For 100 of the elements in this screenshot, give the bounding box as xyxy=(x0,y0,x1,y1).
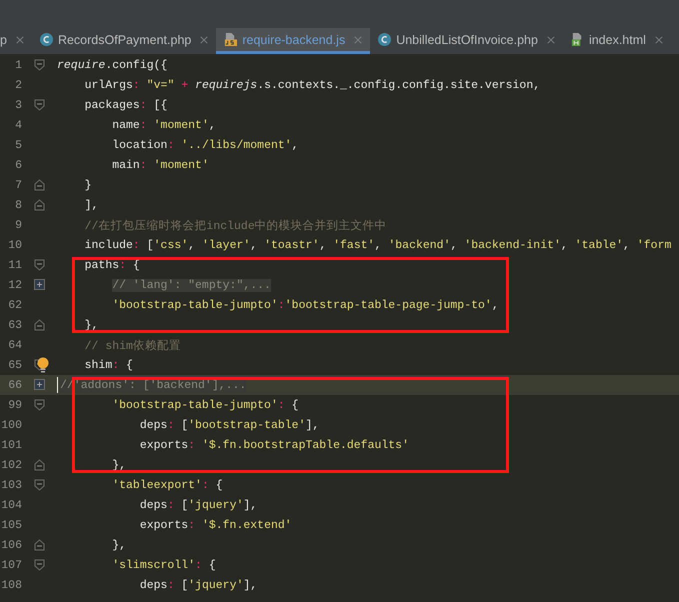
code-string: 'tableexport' xyxy=(112,478,202,492)
fold-marker-icon[interactable] xyxy=(34,559,45,571)
code-text: , xyxy=(319,238,326,252)
code-operator: : xyxy=(188,438,196,452)
code-string: 'moment' xyxy=(154,118,209,132)
code-text: urlArgs xyxy=(84,78,133,92)
file-tab[interactable]: index.html xyxy=(562,28,671,54)
line-number: 104 xyxy=(0,498,22,512)
code-text: shim xyxy=(84,358,112,372)
code-text: , xyxy=(492,298,499,312)
file-tab[interactable]: RecordsOfPayment.php xyxy=(32,28,216,54)
line-number: 101 xyxy=(0,438,22,452)
code-text: [ xyxy=(181,498,188,512)
line-number: 100 xyxy=(0,418,22,432)
line-number: 8 xyxy=(14,198,22,212)
line-number: 106 xyxy=(0,538,22,552)
code-string: '$.fn.extend' xyxy=(202,518,292,532)
code-string: 'backend' xyxy=(388,238,450,252)
line-number: 7 xyxy=(14,178,22,192)
fold-marker-icon[interactable] xyxy=(34,479,45,491)
code-function: requirejs xyxy=(195,78,258,92)
code-text: paths xyxy=(84,258,120,272)
code-text: [{ xyxy=(154,98,168,112)
code-text: packages xyxy=(84,98,140,112)
file-tab[interactable]: UnbilledListOfInvoice.php xyxy=(370,28,563,54)
code-string: "v=" xyxy=(146,78,174,92)
code-text: ], xyxy=(305,418,320,432)
code-text: , xyxy=(623,238,630,252)
fold-marker-icon[interactable] xyxy=(34,539,45,551)
code-function: require xyxy=(57,58,106,72)
code-text: }, xyxy=(112,458,126,472)
code-string: 'bootstrap-table' xyxy=(188,418,306,432)
line-number: 2 xyxy=(14,78,22,92)
close-icon[interactable] xyxy=(546,36,555,44)
code-text: , xyxy=(450,238,458,252)
line-number: 1 xyxy=(14,58,22,72)
code-string: 'toastr' xyxy=(264,238,320,252)
code-string: 'fast' xyxy=(333,238,375,252)
code-string: 'bootstrap-table-jumpto' xyxy=(112,298,278,312)
class-file-icon xyxy=(378,33,392,46)
code-operator: : xyxy=(140,158,147,172)
code-text: , xyxy=(292,138,299,152)
code-operator: : xyxy=(112,358,120,372)
code-text: name xyxy=(112,118,140,132)
code-text: } xyxy=(84,178,92,192)
line-number: 9 xyxy=(14,218,22,232)
code-operator: : xyxy=(167,138,174,152)
line-number: 65 xyxy=(7,358,22,372)
code-string: 'bootstrap-table-jumpto' xyxy=(112,398,278,412)
code-string: 'slimscroll' xyxy=(112,558,196,572)
line-number: 108 xyxy=(0,578,22,592)
code-text: .config({ xyxy=(105,58,168,72)
code-text: , xyxy=(374,238,382,252)
expand-marker-icon[interactable] xyxy=(34,379,45,390)
code-text: [ xyxy=(146,238,154,252)
close-icon[interactable] xyxy=(200,36,208,44)
code-string: '$.fn.bootstrapTable.defaults' xyxy=(202,438,409,452)
fold-marker-icon[interactable] xyxy=(34,99,45,111)
fold-marker-icon[interactable] xyxy=(34,259,45,271)
code-string: 'bootstrap-table-page-jump-to' xyxy=(284,298,492,312)
code-operator: : xyxy=(140,98,147,112)
line-number: 4 xyxy=(14,118,22,132)
javascript-file-icon xyxy=(224,33,238,46)
code-text: main xyxy=(112,158,140,172)
code-string: 'table' xyxy=(574,238,624,252)
code-operator: : xyxy=(167,418,174,432)
fold-marker-icon[interactable] xyxy=(34,199,45,211)
code-operator: : xyxy=(132,78,140,92)
code-text: ], xyxy=(84,198,98,212)
fold-marker-icon[interactable] xyxy=(34,459,45,471)
code-string: 'backend-init' xyxy=(464,238,561,252)
code-operator: : xyxy=(195,558,202,572)
file-tab[interactable]: require-backend.js xyxy=(216,28,370,54)
expand-marker-icon[interactable] xyxy=(34,279,45,290)
code-text: { xyxy=(208,558,216,572)
code-text: exports xyxy=(140,518,188,532)
lightbulb-icon[interactable] xyxy=(37,357,49,373)
line-number: 12 xyxy=(7,278,22,292)
code-text: , xyxy=(250,238,258,252)
code-text: [ xyxy=(181,418,188,432)
code-operator: : xyxy=(119,258,126,272)
fold-marker-icon[interactable] xyxy=(34,59,45,71)
code-text: .s.contexts._.config.config.site.version, xyxy=(257,78,540,92)
line-number: 62 xyxy=(7,298,22,312)
fold-marker-icon[interactable] xyxy=(34,179,45,191)
close-icon[interactable] xyxy=(654,36,663,44)
line-number: 5 xyxy=(14,138,22,152)
code-operator: : xyxy=(278,298,285,312)
code-text: , xyxy=(560,238,568,252)
code-operator: + xyxy=(181,78,188,92)
code-text: deps xyxy=(140,418,168,432)
code-operator: : xyxy=(167,578,174,592)
code-text: { xyxy=(126,358,133,372)
code-text: { xyxy=(216,478,223,492)
code-comment: //在打包压缩时将会把include中的模块合并到主文件中 xyxy=(84,218,387,232)
fold-marker-icon[interactable] xyxy=(34,319,45,331)
code-operator: : xyxy=(140,118,147,132)
close-icon[interactable] xyxy=(16,36,24,44)
file-tab[interactable]: p xyxy=(0,28,32,54)
fold-marker-icon[interactable] xyxy=(34,399,45,411)
